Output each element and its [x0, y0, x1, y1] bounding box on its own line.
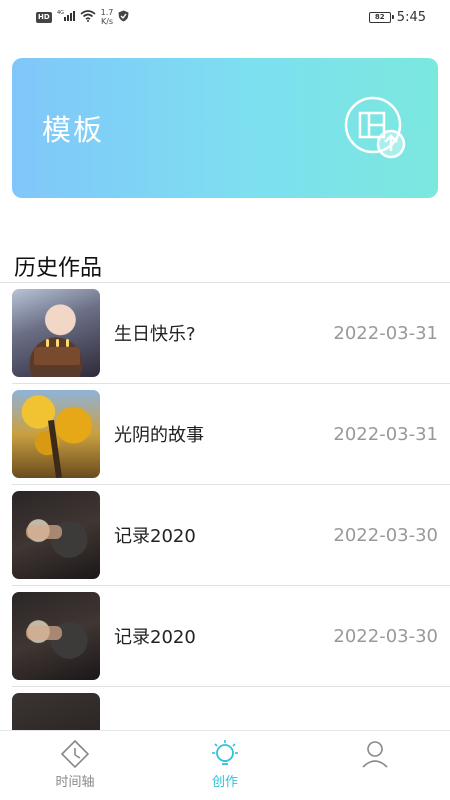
signal-label: 4G — [57, 10, 64, 16]
history-thumbnail — [12, 491, 100, 579]
history-item-date: 2022-03-31 — [333, 322, 438, 344]
candle-flame — [66, 339, 69, 347]
tree-trunk — [47, 419, 63, 478]
cake-shape — [34, 347, 80, 365]
template-card[interactable]: 模板 — [12, 58, 438, 198]
history-list: 生日快乐? 2022-03-31 光阴的故事 2022-03-31 记录2020… — [0, 283, 450, 730]
shield-icon — [118, 10, 129, 25]
candle-flame — [56, 339, 59, 347]
hd-badge: HD — [36, 11, 52, 23]
tab-timeline[interactable]: 时间轴 — [0, 731, 150, 800]
profile-icon — [362, 741, 388, 768]
history-thumbnail — [12, 390, 100, 478]
signal-icon: 4G — [57, 10, 75, 24]
network-speed: 1.7 K/s — [101, 8, 114, 26]
history-item-date: 2022-03-30 — [333, 524, 438, 546]
tab-bar: 时间轴 创作 — [0, 730, 450, 800]
status-right-group: 82 5:45 — [368, 9, 426, 25]
status-left-group: HD 4G 1.7 K/s — [36, 8, 129, 26]
history-item-title: 记录2020 — [114, 627, 196, 648]
history-item-title: 光阴的故事 — [114, 425, 204, 446]
speed-value: 1.7 — [100, 8, 114, 17]
tab-profile[interactable] — [300, 731, 450, 800]
history-item-title: 生日快乐? — [114, 324, 196, 345]
tab-label: 创作 — [211, 775, 238, 790]
light-glow — [26, 525, 62, 539]
history-item[interactable]: 记录2020 2022-03-30 — [12, 586, 450, 687]
history-item[interactable]: 生日快乐? 2022-03-31 — [12, 283, 450, 384]
timeline-icon — [60, 739, 90, 769]
history-item[interactable] — [12, 687, 450, 730]
history-section-title: 历史作品 — [14, 256, 103, 281]
wifi-icon — [80, 9, 96, 25]
tab-label: 时间轴 — [55, 775, 95, 790]
history-item[interactable]: 记录2020 2022-03-30 — [12, 485, 450, 586]
template-upload-icon — [344, 96, 406, 159]
history-item[interactable]: 光阴的故事 2022-03-31 — [12, 384, 450, 485]
status-time: 5:45 — [396, 9, 426, 25]
battery-icon: 82 — [368, 11, 394, 23]
light-glow — [26, 626, 62, 640]
create-bulb-icon — [212, 740, 238, 765]
history-item-date: 2022-03-30 — [333, 625, 438, 647]
history-thumbnail — [12, 289, 100, 377]
history-thumbnail — [12, 693, 100, 730]
history-item-date: 2022-03-31 — [333, 423, 438, 445]
candle-flame — [46, 339, 49, 347]
history-thumbnail — [12, 592, 100, 680]
status-bar: HD 4G 1.7 K/s 82 5:45 — [0, 0, 450, 34]
speed-unit: K/s — [100, 17, 114, 26]
tab-create[interactable]: 创作 — [150, 731, 300, 800]
template-title: 模板 — [42, 113, 105, 147]
history-item-title: 记录2020 — [114, 526, 196, 547]
